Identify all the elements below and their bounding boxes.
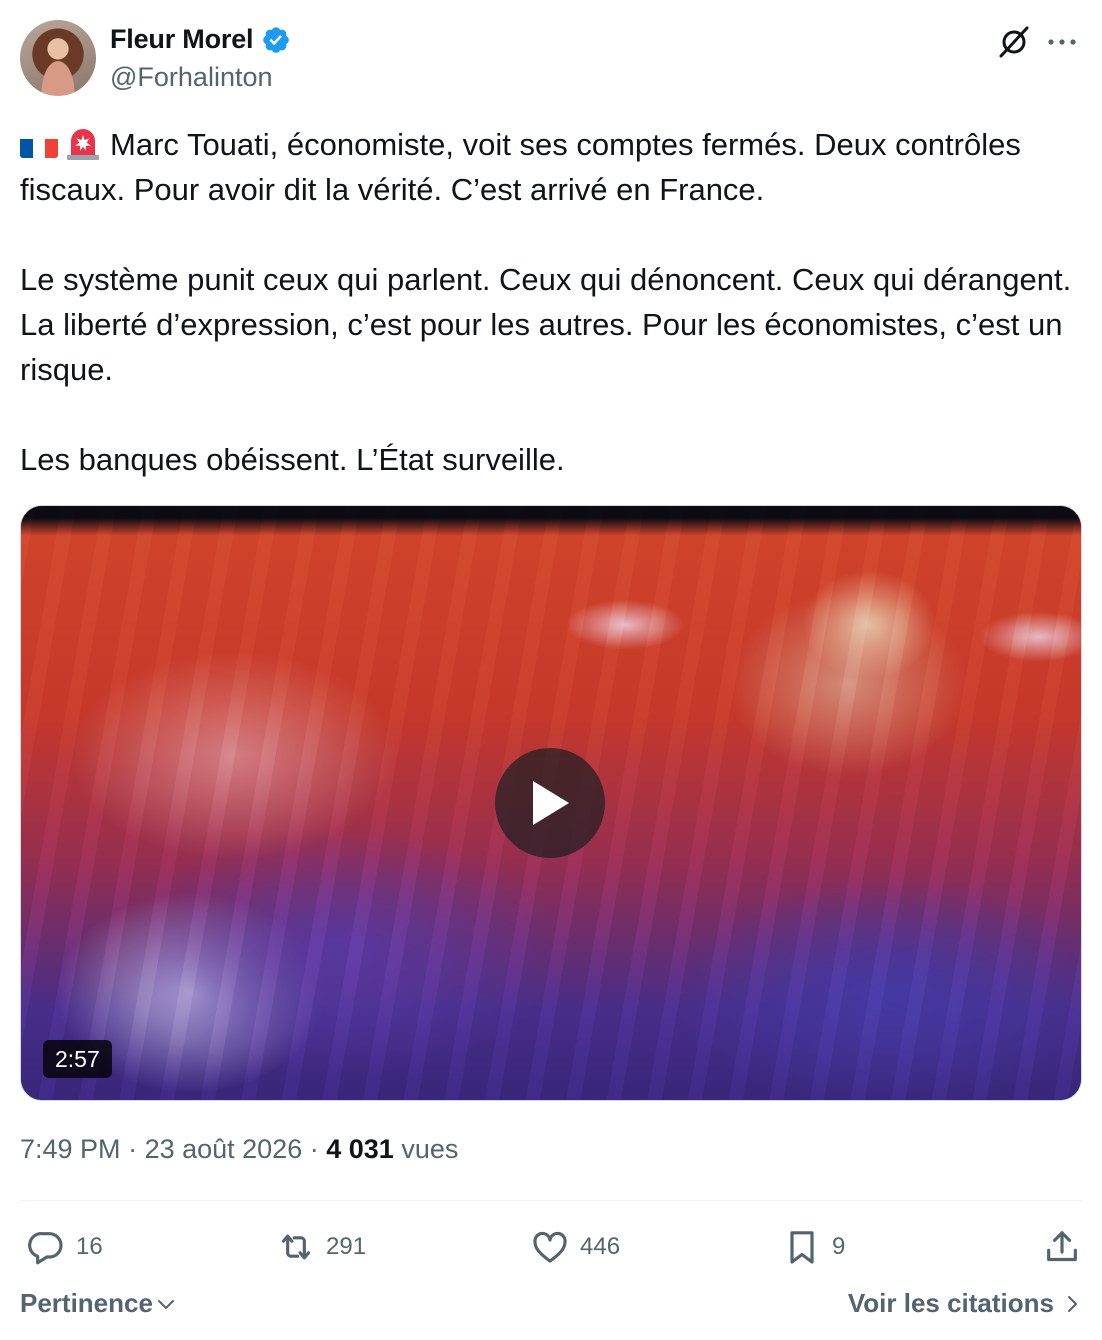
quotes-label: Voir les citations — [847, 1288, 1054, 1318]
play-button[interactable] — [495, 748, 605, 858]
grok-button[interactable] — [994, 22, 1034, 62]
avatar[interactable] — [20, 20, 96, 96]
siren-icon — [67, 129, 99, 160]
more-icon — [1048, 39, 1076, 45]
bookmark-count: 9 — [832, 1233, 846, 1260]
share-icon — [1047, 1231, 1077, 1262]
repost-count: 291 — [326, 1233, 367, 1260]
bookmark-icon — [790, 1231, 814, 1264]
like-count: 446 — [580, 1233, 621, 1260]
author-handle[interactable]: @Forhalinton — [110, 62, 273, 93]
reply-count: 16 — [76, 1233, 103, 1260]
more-button[interactable] — [1042, 24, 1082, 60]
repost-icon — [281, 1234, 311, 1260]
author-display-name[interactable]: Fleur Morel — [110, 24, 254, 55]
tweet-header: Fleur Morel @Forhalinton — [20, 20, 1082, 98]
bookmark-button[interactable]: 9 — [782, 1222, 845, 1272]
repost-button[interactable]: 291 — [276, 1222, 366, 1272]
reply-button[interactable]: 16 — [26, 1222, 103, 1272]
sort-label: Pertinence — [20, 1288, 153, 1318]
tweet-time[interactable]: 7:49 PM — [20, 1134, 121, 1164]
view-quotes-link[interactable]: Voir les citations — [848, 1288, 1082, 1319]
reply-icon — [28, 1232, 63, 1265]
grok-icon — [999, 26, 1029, 58]
views-count: 4 031 — [326, 1134, 394, 1164]
author-name-row: Fleur Morel — [110, 24, 291, 55]
meta-separator: · — [302, 1134, 327, 1164]
tweet-date[interactable]: 23 août 2026 — [145, 1134, 303, 1164]
heart-icon — [533, 1231, 567, 1263]
video-player[interactable]: 2:57 — [20, 505, 1082, 1101]
play-icon — [533, 781, 569, 825]
tweet-line-1: Marc Touati, économiste, voit ses compte… — [20, 127, 1030, 207]
divider — [20, 1200, 1082, 1201]
share-button[interactable] — [1042, 1222, 1082, 1272]
replies-footer: Pertinence Voir les citations — [20, 1288, 1082, 1324]
tweet-meta: 7:49 PM · 23 août 2026 · 4 031 vues — [20, 1134, 458, 1165]
chevron-down-icon — [157, 1299, 174, 1309]
video-duration: 2:57 — [43, 1040, 112, 1078]
like-button[interactable]: 446 — [530, 1222, 620, 1272]
meta-separator: · — [120, 1134, 145, 1164]
tweet-text: Marc Touati, économiste, voit ses compte… — [20, 122, 1086, 482]
chevron-right-icon — [1068, 1295, 1077, 1312]
sort-dropdown[interactable]: Pertinence — [20, 1288, 177, 1319]
action-bar: 16 291 446 9 — [20, 1222, 1082, 1272]
flag-france-icon — [20, 132, 58, 158]
tweet-paragraph-2: Le système punit ceux qui parlent. Ceux … — [20, 262, 1080, 387]
views-label: vues — [401, 1134, 459, 1164]
verified-badge-icon[interactable] — [261, 25, 291, 55]
tweet-paragraph-3: Les banques obéissent. L’État surveille. — [20, 442, 565, 477]
